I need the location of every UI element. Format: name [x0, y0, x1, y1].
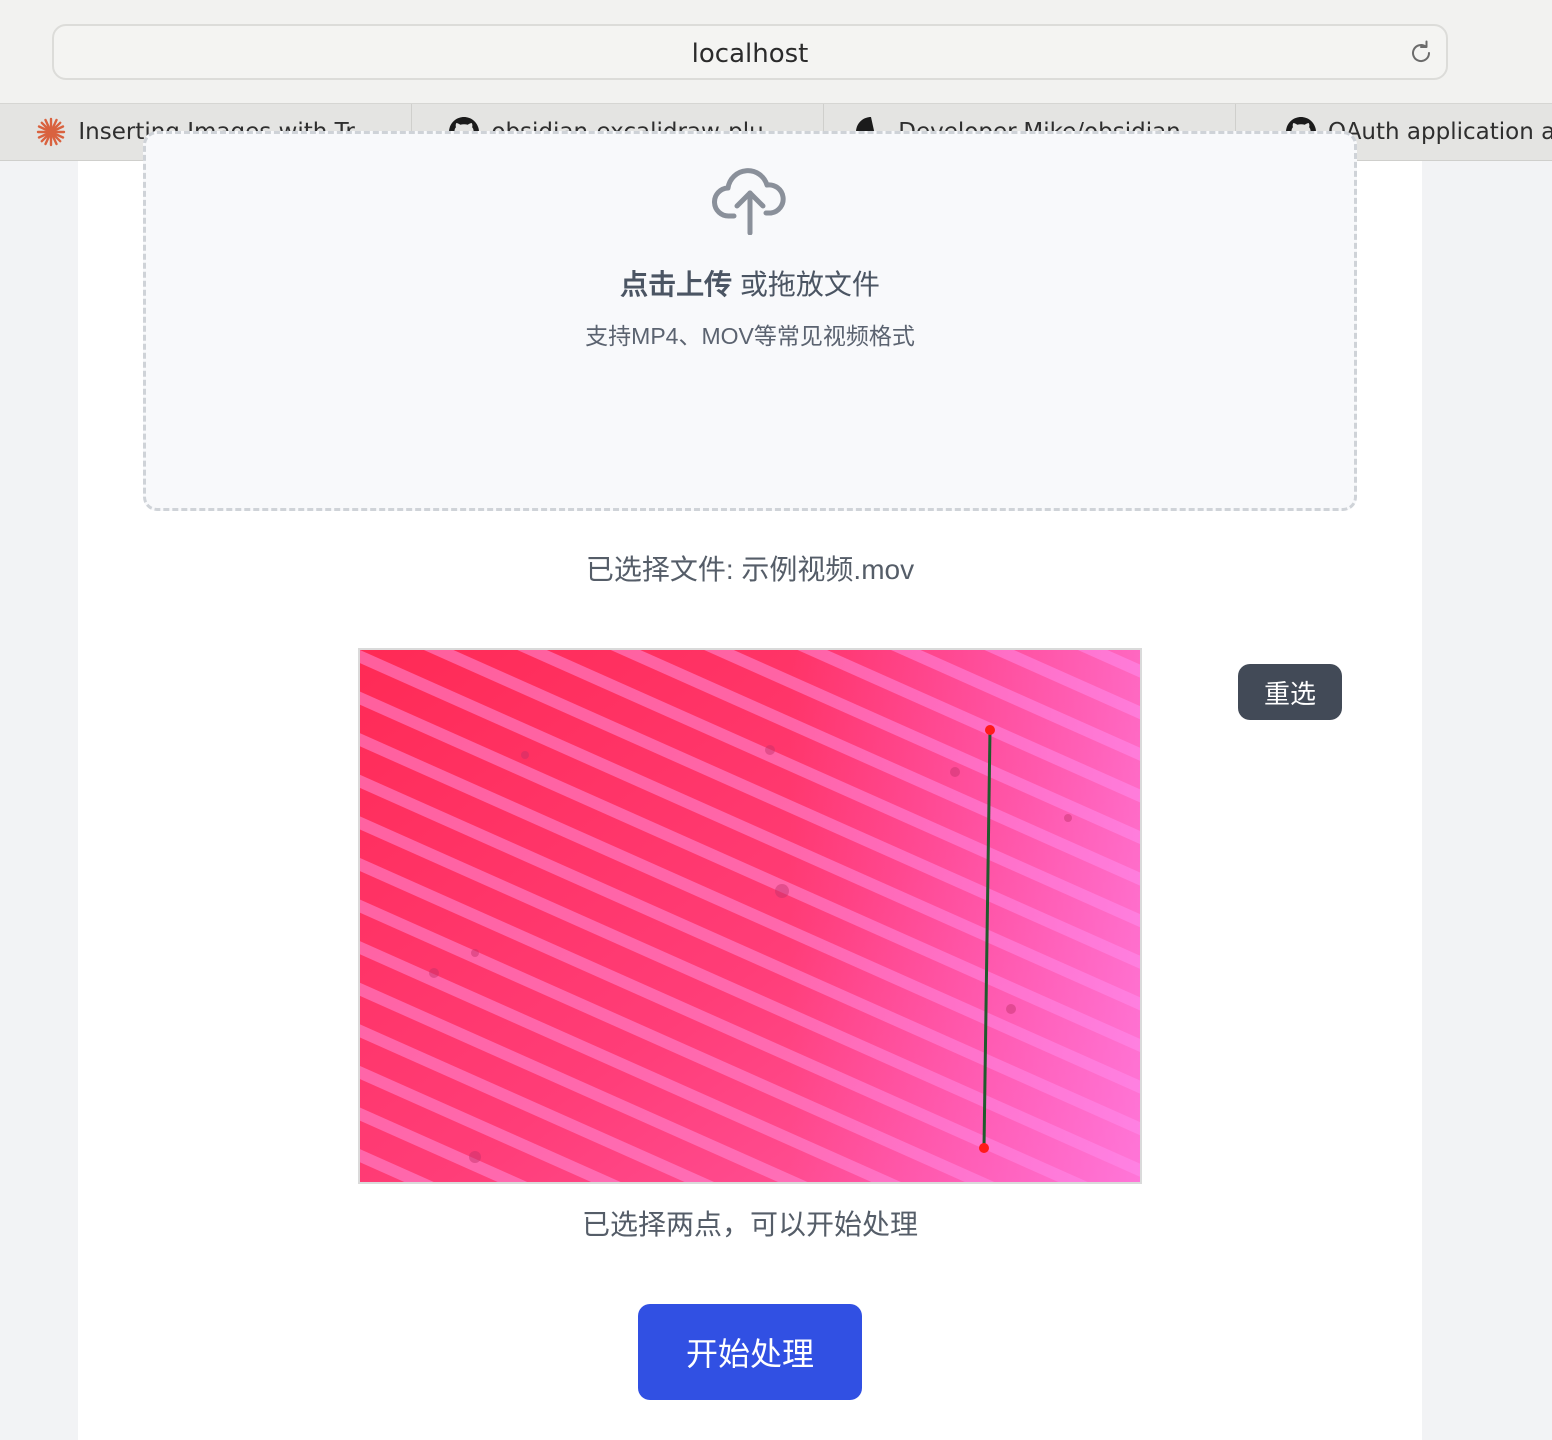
upload-title-rest: 或拖放文件 — [732, 269, 880, 300]
measure-point-start[interactable] — [985, 725, 995, 735]
url-text: localhost — [691, 39, 809, 69]
address-bar[interactable]: localhost — [52, 24, 1448, 80]
claude-icon — [37, 117, 66, 147]
tab-label: OAuth application auth — [1328, 119, 1552, 145]
cloud-upload-icon — [712, 168, 786, 235]
measure-point-end[interactable] — [979, 1143, 989, 1153]
reload-icon[interactable] — [1406, 38, 1436, 68]
start-processing-button[interactable]: 开始处理 — [638, 1304, 862, 1400]
upload-hint: 支持MP4、MOV等常见视频格式 — [585, 323, 915, 349]
video-frame-canvas[interactable] — [360, 650, 1140, 1182]
upload-title-bold[interactable]: 点击上传 — [620, 269, 732, 300]
upload-title: 点击上传 或拖放文件 — [78, 263, 1422, 303]
selection-status: 已选择两点，可以开始处理 — [581, 1209, 918, 1240]
video-frame-preview[interactable] — [358, 648, 1142, 1184]
browser-toolbar: localhost — [0, 0, 1552, 104]
reselect-button[interactable]: 重选 — [1238, 664, 1342, 720]
content-card: 点击上传 或拖放文件 支持MP4、MOV等常见视频格式 已选择文件: 示例视频.… — [78, 131, 1422, 1440]
selected-file-text: 已选择文件: 示例视频.mov — [585, 554, 915, 585]
